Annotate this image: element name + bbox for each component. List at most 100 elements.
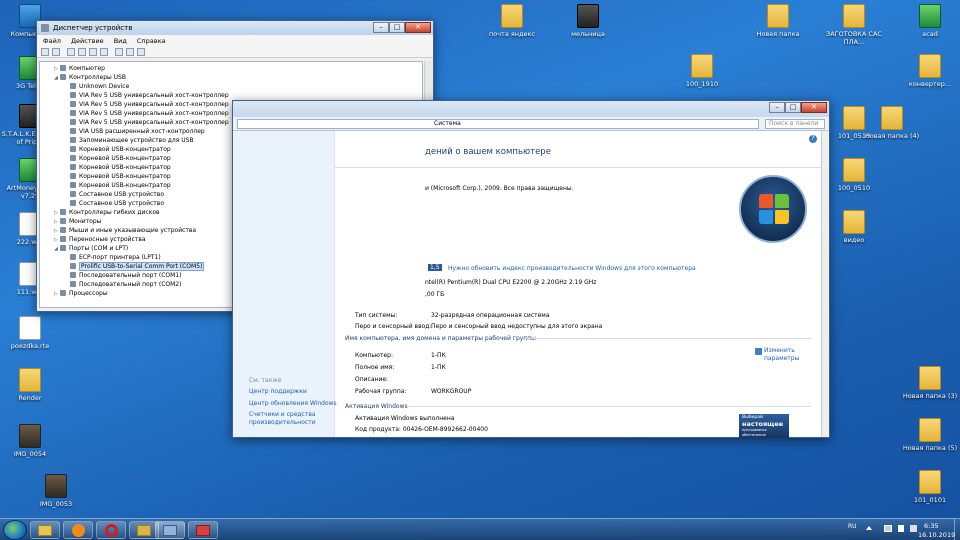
desktop-icon[interactable]: 100_0510 (824, 158, 884, 192)
performance-index-link[interactable]: Нужно обновить индекс производительности… (448, 265, 696, 272)
volume-icon[interactable] (910, 525, 917, 532)
folder-icon (691, 54, 713, 78)
device-icon (70, 263, 76, 269)
genuine-badge[interactable]: Выбирай настоящее программное обеспечени… (739, 414, 789, 438)
link-action-center[interactable]: Центр поддержки (249, 388, 307, 395)
folder-icon (843, 158, 865, 182)
device-icon (60, 209, 66, 215)
forward-icon[interactable] (52, 47, 60, 56)
scan-icon[interactable] (100, 47, 108, 56)
desktop-icon[interactable]: IMG_0054 (0, 424, 60, 458)
desktop-icon[interactable]: 101_0101 (900, 470, 960, 504)
gear-icon (41, 24, 49, 32)
menu-help[interactable]: Справка (137, 37, 166, 45)
taskbar-app[interactable] (188, 521, 218, 539)
desktop-icon-label: мельница (571, 30, 605, 38)
tree-item[interactable]: VIA Rev 5 USB универсальный хост-контрол… (54, 91, 422, 100)
system-close-button[interactable]: ✕ (801, 102, 827, 113)
desktop-icon[interactable]: почта яндекс (482, 4, 542, 38)
taskbar-explorer[interactable] (30, 521, 60, 539)
menu-file[interactable]: Файл (43, 37, 61, 45)
minimize-button[interactable]: – (373, 22, 389, 33)
taskbar-opera[interactable] (96, 521, 126, 539)
desktop-icon[interactable]: Новая папка (4) (862, 106, 922, 140)
flag-icon[interactable] (898, 525, 904, 532)
desktop-icon[interactable]: конвертер... (900, 54, 960, 88)
system-window[interactable]: – □ ✕ Система Поиск в панели См. также Ц… (232, 100, 830, 438)
tree-item-label: Компьютер (69, 65, 105, 72)
menu-view[interactable]: Вид (114, 37, 127, 45)
desktop-icon[interactable]: Новая папка (5) (900, 418, 960, 452)
desktop-icon[interactable]: 100_1910 (672, 54, 732, 88)
info-key: Рабочая группа: (355, 388, 407, 395)
tree-item-label: Процессоры (69, 290, 108, 297)
tree-item[interactable]: Unknown Device (54, 82, 422, 91)
device-manager-titlebar[interactable]: Диспетчер устройств – □ ✕ (37, 21, 433, 35)
photo-icon (19, 424, 41, 448)
link-windows-update[interactable]: Центр обновления Windows (249, 400, 337, 407)
back-icon[interactable] (41, 47, 49, 56)
system-titlebar[interactable]: – □ ✕ (233, 101, 829, 117)
tray-arrow-icon[interactable] (866, 526, 872, 530)
properties-icon[interactable] (67, 47, 75, 56)
change-settings-link[interactable]: Изменить параметры (764, 347, 824, 363)
device-icon (70, 173, 76, 179)
tree-item[interactable]: ◢ Контроллеры USB (54, 73, 422, 82)
desktop-icon-label: Новая папка (4) (864, 132, 920, 140)
network-icon[interactable] (884, 525, 892, 532)
tree-item[interactable]: ▷ Компьютер (54, 64, 422, 73)
device-icon (60, 227, 66, 233)
clock-time[interactable]: 6:35 (924, 522, 939, 530)
desktop-icon[interactable]: мельница (558, 4, 618, 38)
tree-item-label: Переносные устройства (69, 236, 146, 243)
desktop-icon-label: 100_0510 (837, 184, 871, 192)
desktop-icon-label: Новая папка (3) (902, 392, 958, 400)
device-icon (70, 272, 76, 278)
desktop-icon[interactable]: Новая папка (3) (900, 366, 960, 400)
clock-date[interactable]: 16.10.2019 (918, 531, 955, 539)
sidebar: См. также Центр поддержки Центр обновлен… (233, 131, 337, 437)
ram-value: ,00 ГБ (425, 291, 445, 298)
activation-status: Активация Windows выполнена (355, 415, 455, 422)
search-input[interactable]: Поиск в панели (765, 118, 825, 129)
link-performance[interactable]: Счетчики и средства производительности (249, 411, 329, 427)
language-indicator[interactable]: RU (848, 523, 857, 530)
taskbar-device-manager[interactable] (155, 521, 185, 539)
device-icon (70, 155, 76, 161)
desktop-icon[interactable]: Новая папка (748, 4, 808, 38)
menu-action[interactable]: Действие (71, 37, 104, 45)
info-key: Описание: (355, 376, 389, 383)
update-driver-icon[interactable] (115, 47, 123, 56)
start-button[interactable] (3, 520, 27, 540)
desktop-icon[interactable]: видео (824, 210, 884, 244)
system-body: См. также Центр поддержки Центр обновлен… (233, 131, 829, 438)
desktop-icon[interactable]: Render (0, 368, 60, 402)
folder-icon (38, 525, 52, 536)
desktop-icon[interactable]: poezdka.rte (0, 316, 60, 350)
desktop-icon[interactable]: ЗАГОТОВКА САС ПЛА... (824, 4, 884, 46)
desktop-icon[interactable]: IMG_0053 (26, 474, 86, 508)
address-bar[interactable]: Система (237, 118, 759, 129)
system-minimize-button[interactable]: – (769, 102, 785, 113)
disable-icon[interactable] (126, 47, 134, 56)
desktop-icon-label: Новая папка (5) (902, 444, 958, 452)
help-icon[interactable]: ? (809, 135, 817, 143)
tree-item-label: Мыши и иные указывающие устройства (69, 227, 197, 234)
taskbar: RU 6:35 16.10.2019 (0, 518, 960, 540)
system-maximize-button[interactable]: □ (785, 102, 801, 113)
maximize-button[interactable]: □ (389, 22, 405, 33)
help-icon[interactable] (89, 47, 97, 56)
system-scrollbar[interactable] (821, 131, 829, 437)
desktop-icon[interactable]: acad (900, 4, 960, 38)
address-text: Система (434, 119, 461, 127)
taskbar-media-player[interactable] (63, 521, 93, 539)
device-icon (60, 236, 66, 242)
close-button[interactable]: ✕ (405, 22, 431, 33)
device-icon (60, 245, 66, 251)
info-value: 1-ПК (431, 352, 446, 359)
uninstall-icon[interactable] (137, 47, 145, 56)
device-icon (70, 146, 76, 152)
show-desktop-button[interactable] (954, 519, 960, 540)
cpu-value: ntel(R) Pentium(R) Dual CPU E2200 @ 2.20… (425, 279, 597, 286)
list-icon[interactable] (78, 47, 86, 56)
